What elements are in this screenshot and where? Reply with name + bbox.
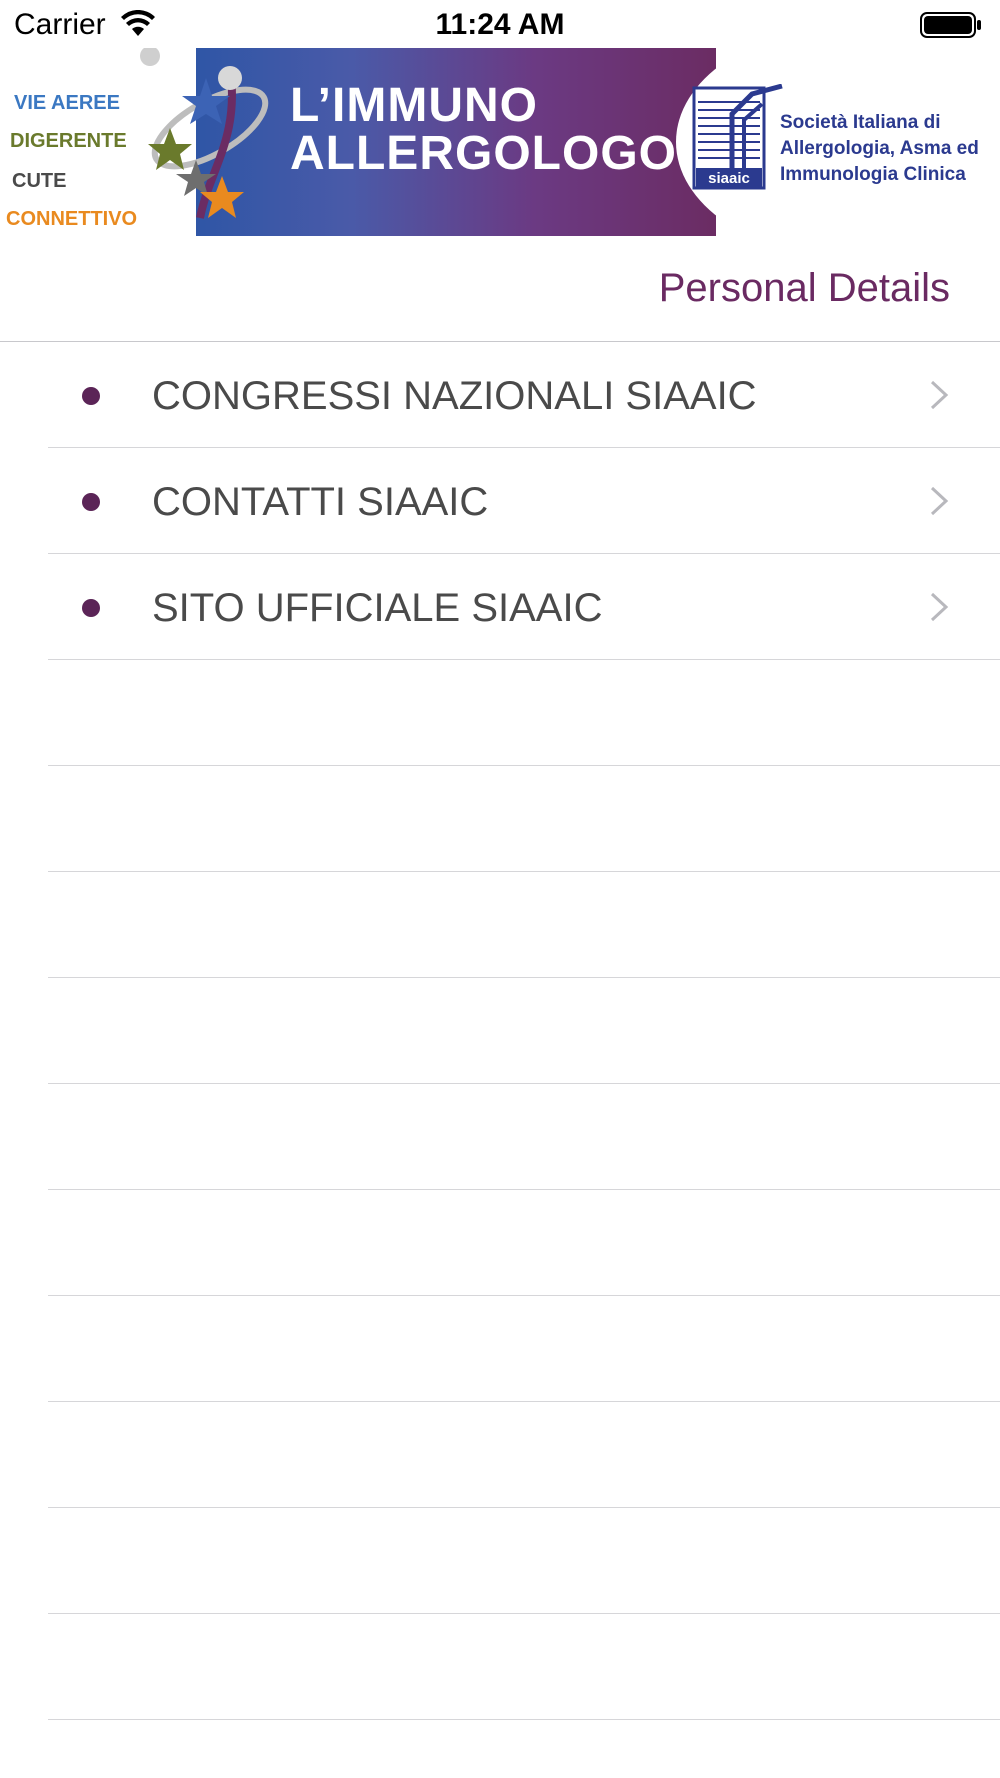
society-name-line: Società Italiana di [780, 112, 941, 133]
category-label: DIGERENTE [10, 130, 127, 152]
empty-row [0, 1614, 1000, 1720]
chevron-right-icon [930, 486, 949, 516]
list-item[interactable]: SITO UFFICIALE SIAAIC [0, 554, 1000, 660]
row-separator [48, 1719, 1000, 1720]
status-time: 11:24 AM [435, 8, 565, 41]
menu-list: CONGRESSI NAZIONALI SIAAIC CONTATTI SIAA… [0, 342, 1000, 1720]
banner-title-line2: ALLERGOLOGO [290, 127, 677, 180]
category-label: CUTE [12, 170, 67, 192]
empty-row [0, 1508, 1000, 1614]
personal-details-link[interactable]: Personal Details [659, 266, 950, 311]
empty-row [0, 1084, 1000, 1190]
list-item[interactable]: CONGRESSI NAZIONALI SIAAIC [0, 342, 1000, 448]
society-name: Società Italiana di Allergologia, Asma e… [780, 110, 979, 188]
list-item-label: CONGRESSI NAZIONALI SIAAIC [152, 374, 757, 418]
status-bar: Carrier 11:24 AM [0, 0, 1000, 48]
banner-title-line1: L’IMMUNO [290, 79, 538, 132]
battery-icon [920, 12, 981, 38]
bullet-icon [82, 387, 100, 405]
empty-row [0, 978, 1000, 1084]
chevron-right-icon [930, 592, 949, 622]
app-banner: VIE AEREE DIGERENTE CUTE CONNETTIVO L’IM… [0, 48, 1000, 236]
empty-row [0, 1402, 1000, 1508]
bullet-icon [82, 493, 100, 511]
category-label: CONNETTIVO [6, 208, 138, 230]
chevron-right-icon [930, 380, 949, 410]
empty-rows [0, 660, 1000, 1720]
empty-row [0, 1296, 1000, 1402]
list-item-label: CONTATTI SIAAIC [152, 480, 489, 524]
empty-row [0, 660, 1000, 766]
bullet-icon [82, 599, 100, 617]
stars-decoration-icon [140, 48, 269, 219]
society-name-line: Allergologia, Asma ed [780, 138, 979, 159]
list-item-label: SITO UFFICIALE SIAAIC [152, 586, 603, 630]
empty-row [0, 766, 1000, 872]
society-logo-text: siaaic [708, 170, 750, 187]
empty-row [0, 1190, 1000, 1296]
empty-row [0, 872, 1000, 978]
banner-title: L’IMMUNO ALLERGOLOGO [290, 82, 677, 178]
category-label: VIE AEREE [14, 92, 120, 114]
society-name-line: Immunologia Clinica [780, 164, 966, 185]
society-logo-icon: siaaic [692, 84, 783, 190]
list-item[interactable]: CONTATTI SIAAIC [0, 448, 1000, 554]
section-header: Personal Details [0, 236, 1000, 342]
